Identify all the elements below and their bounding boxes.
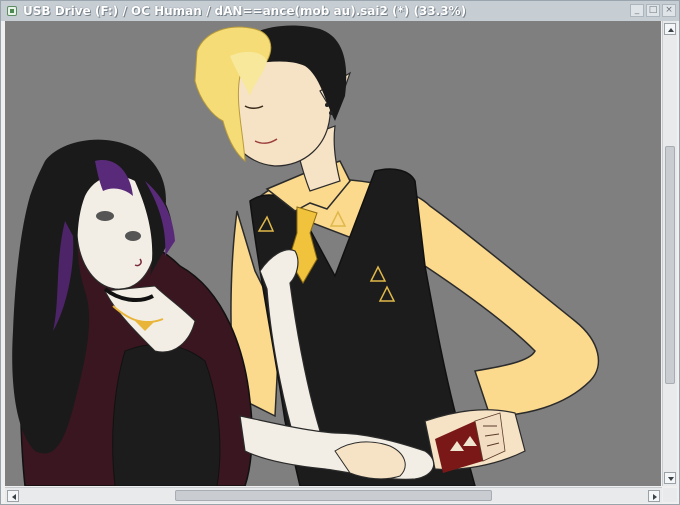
vertical-scrollbar[interactable] [662, 21, 677, 486]
window-title: USB Drive (F:) / OC Human / dAN==ance(mo… [23, 4, 467, 18]
arrow-up-icon [668, 28, 674, 32]
scroll-down-button[interactable] [664, 472, 676, 484]
vertical-scroll-thumb[interactable] [665, 146, 675, 384]
artwork-illustration [5, 21, 661, 486]
resize-grip[interactable] [663, 488, 677, 502]
horizontal-scroll-thumb[interactable] [175, 490, 492, 501]
arrow-right-icon [653, 494, 657, 500]
scroll-up-button[interactable] [664, 23, 676, 35]
arrow-left-icon [12, 494, 16, 500]
horizontal-scrollbar[interactable] [5, 487, 662, 503]
scroll-left-button[interactable] [7, 490, 19, 502]
arrow-down-icon [668, 477, 674, 481]
title-bar[interactable]: USB Drive (F:) / OC Human / dAN==ance(mo… [1, 1, 679, 21]
image-window: USB Drive (F:) / OC Human / dAN==ance(mo… [0, 0, 680, 505]
app-icon [7, 6, 17, 16]
minimize-button[interactable]: _ [630, 4, 644, 17]
scroll-right-button[interactable] [648, 490, 660, 502]
maximize-button[interactable]: □ [646, 4, 660, 17]
canvas-area[interactable] [5, 21, 661, 486]
close-button[interactable]: × [662, 4, 676, 17]
